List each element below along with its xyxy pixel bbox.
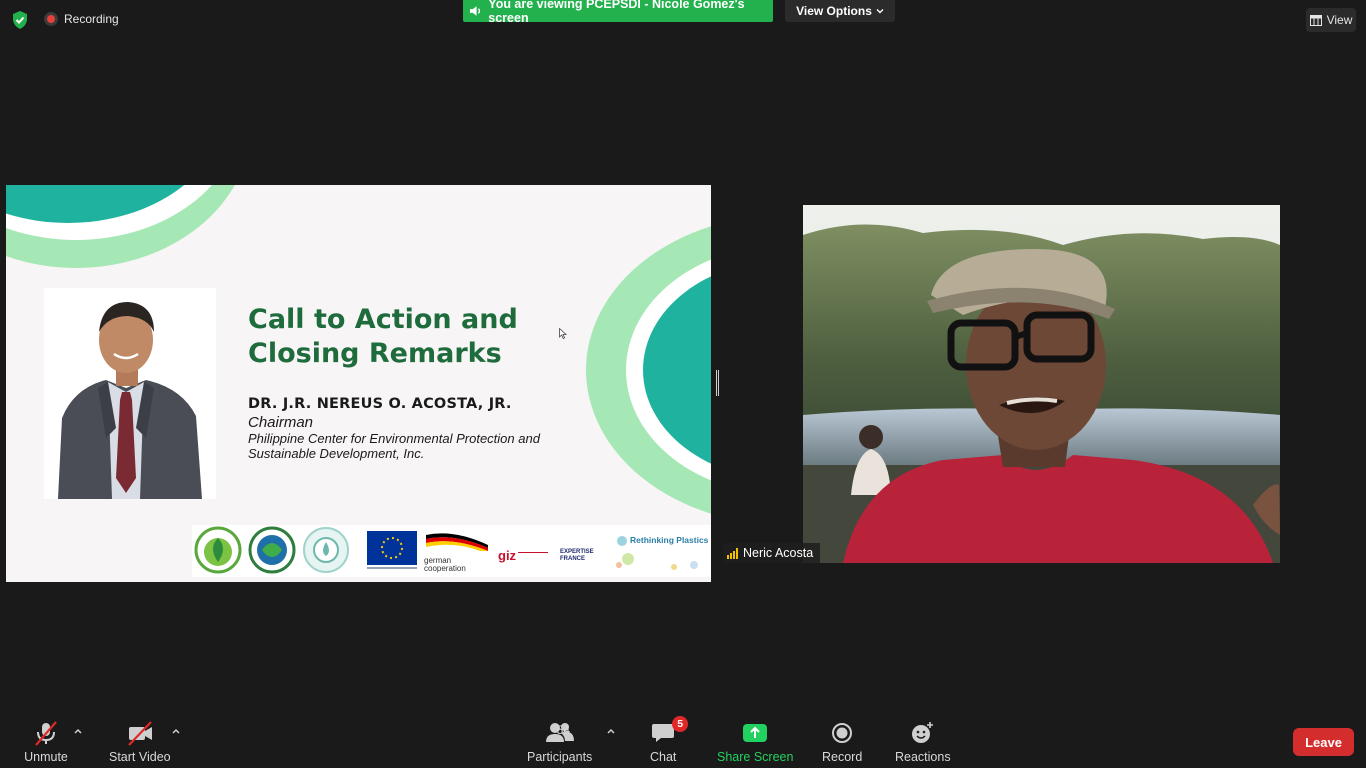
speaker-organization: Philippine Center for Environmental Prot… (248, 431, 540, 461)
microphone-muted-icon (35, 721, 57, 746)
rethinking-plastics-logo: Rethinking Plastics (614, 529, 708, 573)
chat-unread-badge: 5 (672, 716, 689, 732)
meeting-toolbar: Unmute Start Video 54 Participants 5 Cha… (0, 712, 1366, 768)
chat-label: Chat (650, 750, 677, 764)
eu-flag-logo (367, 531, 417, 569)
share-screen-arrow-icon (743, 724, 768, 742)
participants-button[interactable]: 54 Participants (527, 720, 592, 764)
reaction-smiley-icon (911, 722, 933, 743)
participant-video-tile[interactable] (803, 205, 1280, 563)
unmute-label: Unmute (24, 750, 68, 764)
speaker-icon (469, 6, 481, 16)
partner-logos-strip: german cooperation giz EXPERTISE FRANCE (192, 525, 711, 577)
participant-name-tag: Neric Acosta (723, 543, 821, 563)
participants-options-chevron-up-icon[interactable] (606, 726, 616, 736)
security-shield-icon[interactable] (10, 10, 30, 30)
expertise-line1: EXPERTISE (560, 549, 594, 555)
sustainable-packaging-logo (303, 527, 349, 573)
speaker-role: Chairman (248, 414, 314, 431)
recording-indicator[interactable]: Recording (44, 12, 119, 26)
participant-video-frame (803, 205, 1280, 563)
start-video-button[interactable]: Start Video (109, 720, 171, 764)
unmute-button[interactable]: Unmute (24, 720, 68, 764)
german-flag-wave (426, 533, 488, 551)
participant-name: Neric Acosta (743, 546, 814, 560)
chat-button[interactable]: 5 Chat (650, 716, 689, 764)
video-options-chevron-up-icon[interactable] (171, 726, 181, 736)
viewing-banner-text: You are viewing PCEPSDI - Nicole Gomez's… (488, 0, 745, 25)
view-label: View (1326, 13, 1353, 27)
grid-view-icon (1309, 14, 1322, 26)
expertise-line2: FRANCE (560, 556, 585, 562)
viewing-screen-banner: You are viewing PCEPSDI - Nicole Gomez's… (463, 0, 773, 25)
speaker-name: DR. J.R. NEREUS O. ACOSTA, JR. (248, 396, 512, 412)
recording-dot-icon (44, 12, 58, 26)
participants-label: Participants (527, 750, 593, 764)
recording-label: Recording (64, 12, 119, 26)
view-options-label: View Options (796, 4, 872, 18)
view-layout-button[interactable]: View (1306, 8, 1356, 32)
german-line2: cooperation (424, 564, 466, 573)
expertise-france-logo: EXPERTISE FRANCE (560, 549, 594, 563)
reactions-button[interactable]: Reactions (895, 720, 951, 764)
video-camera-off-icon (128, 721, 152, 746)
participants-count: 54 (556, 723, 571, 737)
pcepsdi-logo (194, 526, 242, 574)
slide-title: Call to Action and Closing Remarks (248, 304, 518, 369)
giz-rule (518, 552, 548, 553)
record-button[interactable]: Record (822, 720, 862, 764)
speaker-portrait (44, 288, 216, 499)
split-view-divider-handle[interactable] (716, 370, 719, 396)
chevron-down-icon (876, 9, 884, 14)
green-choice-logo (248, 526, 296, 574)
reactions-label: Reactions (895, 750, 951, 764)
german-cooperation-logo: german cooperation (424, 531, 490, 573)
zoom-meeting-window: Recording You are viewing PCEPSDI - Nico… (0, 0, 1366, 768)
start-video-label: Start Video (109, 750, 171, 764)
shared-screen-slide: Call to Action and Closing Remarks DR. J… (6, 185, 711, 582)
share-screen-button[interactable]: Share Screen (717, 720, 793, 764)
rethinking-plastics-text: Rethinking Plastics (630, 535, 709, 545)
audio-options-chevron-up-icon[interactable] (73, 726, 83, 736)
mouse-cursor-icon (559, 328, 567, 339)
speaker-photo (44, 288, 216, 499)
giz-logo: giz (498, 548, 517, 563)
record-icon (832, 723, 853, 743)
record-label: Record (822, 750, 863, 764)
connection-signal-icon (727, 547, 738, 559)
share-screen-label: Share Screen (717, 750, 794, 764)
view-options-button[interactable]: View Options (785, 0, 895, 22)
leave-meeting-button[interactable]: Leave (1293, 728, 1354, 756)
